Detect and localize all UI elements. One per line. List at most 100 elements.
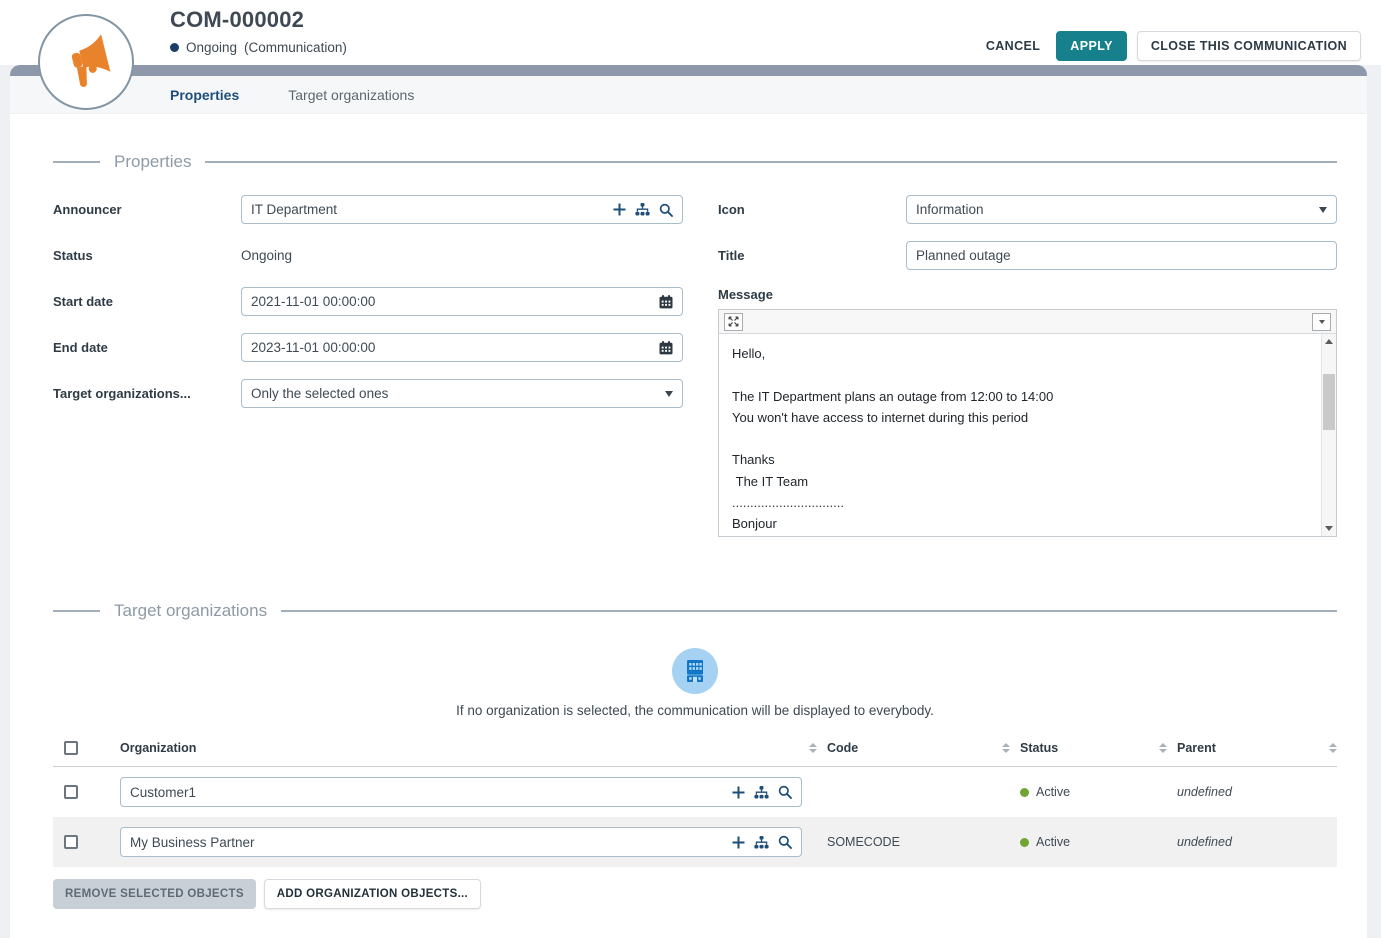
message-line: Thanks	[732, 449, 1310, 470]
table-actions: REMOVE SELECTED OBJECTS ADD ORGANIZATION…	[53, 879, 1337, 909]
announcer-field-icons	[613, 203, 673, 217]
message-editor-toolbar	[719, 310, 1336, 334]
communication-avatar	[38, 14, 134, 110]
title-field[interactable]	[906, 241, 1337, 270]
target-organizations-select[interactable]: Only the selected ones	[241, 379, 683, 408]
apply-button[interactable]: APPLY	[1056, 31, 1127, 61]
organization-input[interactable]	[130, 785, 724, 800]
tab-target-organizations[interactable]: Target organizations	[288, 87, 414, 103]
message-line: Bonjour	[732, 513, 1310, 534]
hierarchy-icon[interactable]	[754, 836, 769, 849]
target-organizations-row: Target organizations... Only the selecte…	[53, 379, 683, 408]
target-organizations-section-title: Target organizations	[114, 601, 267, 621]
object-status: Ongoing	[186, 40, 237, 55]
parent-value: undefined	[1177, 835, 1232, 849]
search-icon[interactable]	[778, 785, 792, 799]
sort-icon[interactable]	[1159, 743, 1167, 754]
status-text: Active	[1036, 785, 1070, 799]
header-actions: CANCEL APPLY CLOSE THIS COMMUNICATION	[980, 31, 1361, 61]
scrollbar-thumb[interactable]	[1323, 374, 1335, 430]
search-icon[interactable]	[659, 203, 673, 217]
tab-bar: Properties Target organizations	[10, 76, 1367, 114]
scroll-up-icon[interactable]	[1322, 334, 1336, 349]
icon-label: Icon	[718, 202, 906, 217]
status-text: Active	[1036, 835, 1070, 849]
target-organizations-section-header: Target organizations	[53, 601, 1337, 621]
sort-icon[interactable]	[1329, 743, 1337, 754]
end-date-input[interactable]	[251, 340, 651, 355]
cancel-button[interactable]: CANCEL	[980, 32, 1046, 60]
search-icon[interactable]	[778, 835, 792, 849]
status-value: Active	[1020, 835, 1070, 849]
status-value: Active	[1020, 785, 1070, 799]
organization-input[interactable]	[130, 835, 724, 850]
column-organization: Organization	[120, 741, 196, 755]
message-body[interactable]: Hello, The IT Department plans an outage…	[719, 334, 1336, 536]
status-dot-icon	[170, 43, 179, 52]
organization-badge	[672, 648, 718, 694]
row-checkbox[interactable]	[64, 785, 78, 799]
start-date-label: Start date	[53, 294, 241, 309]
target-organizations-label: Target organizations...	[53, 386, 241, 401]
section-dash	[53, 161, 100, 163]
active-status-dot-icon	[1020, 838, 1029, 847]
add-organization-objects-button[interactable]: ADD ORGANIZATION OBJECTS...	[264, 879, 481, 909]
status-value: Ongoing	[241, 248, 292, 263]
calendar-icon[interactable]	[659, 341, 673, 355]
section-line	[205, 161, 1337, 163]
announcer-label: Announcer	[53, 202, 241, 217]
icon-row: Icon Information	[718, 195, 1337, 224]
message-scrollbar[interactable]	[1321, 334, 1336, 536]
add-icon[interactable]	[732, 836, 745, 849]
chevron-down-icon	[1319, 207, 1327, 213]
announcer-input[interactable]	[251, 202, 605, 217]
message-line: The IT Team	[732, 471, 1310, 492]
hierarchy-icon[interactable]	[754, 786, 769, 799]
start-date-input[interactable]	[251, 294, 651, 309]
empty-selection-hint: If no organization is selected, the comm…	[53, 703, 1337, 718]
maximize-editor-button[interactable]	[724, 313, 743, 331]
sort-icon[interactable]	[1002, 743, 1010, 754]
message-separator-line: ...............................	[732, 492, 1310, 513]
parent-value: undefined	[1177, 785, 1232, 799]
scroll-down-icon[interactable]	[1322, 521, 1336, 536]
organization-field[interactable]	[120, 777, 802, 807]
hierarchy-icon[interactable]	[635, 203, 650, 216]
remove-selected-objects-button[interactable]: REMOVE SELECTED OBJECTS	[53, 879, 256, 909]
message-line	[732, 364, 1310, 385]
icon-select[interactable]: Information	[906, 195, 1337, 224]
collapse-toolbar-button[interactable]	[1312, 313, 1331, 331]
panel-top-bar	[10, 65, 1367, 76]
object-status-line: Ongoing (Communication)	[170, 40, 347, 55]
form-left-column: Announcer Status	[53, 195, 683, 537]
properties-section-title: Properties	[114, 152, 191, 172]
table-row: SOMECODE Active undefined	[53, 817, 1337, 867]
tab-properties[interactable]: Properties	[170, 87, 239, 103]
message-line: The IT Department plans an outage from 1…	[732, 386, 1310, 407]
announcer-row: Announcer	[53, 195, 683, 224]
panel-content: Properties Announcer	[10, 152, 1367, 909]
object-class: (Communication)	[244, 40, 347, 55]
row-checkbox[interactable]	[64, 835, 78, 849]
title-input[interactable]	[916, 248, 1327, 263]
maximize-icon	[728, 316, 739, 327]
calendar-icon[interactable]	[659, 295, 673, 309]
message-line: You won't have access to internet during…	[732, 407, 1310, 428]
add-icon[interactable]	[732, 786, 745, 799]
sort-icon[interactable]	[809, 743, 817, 754]
megaphone-icon	[55, 31, 117, 93]
close-communication-button[interactable]: CLOSE THIS COMMUNICATION	[1137, 31, 1361, 61]
page-title: COM-000002	[170, 7, 347, 33]
target-organizations-selected-value: Only the selected ones	[251, 386, 665, 401]
title-label: Title	[718, 248, 906, 263]
object-panel: Properties Target organizations Properti…	[10, 65, 1367, 938]
organization-field[interactable]	[120, 827, 802, 857]
title-row: Title	[718, 241, 1337, 270]
announcer-field[interactable]	[241, 195, 683, 224]
add-icon[interactable]	[613, 203, 626, 216]
start-date-field[interactable]	[241, 287, 683, 316]
target-organizations-table: Organization Code Status Parent	[53, 730, 1337, 867]
select-all-checkbox[interactable]	[64, 741, 78, 755]
end-date-field[interactable]	[241, 333, 683, 362]
message-editor: Hello, The IT Department plans an outage…	[718, 309, 1337, 537]
